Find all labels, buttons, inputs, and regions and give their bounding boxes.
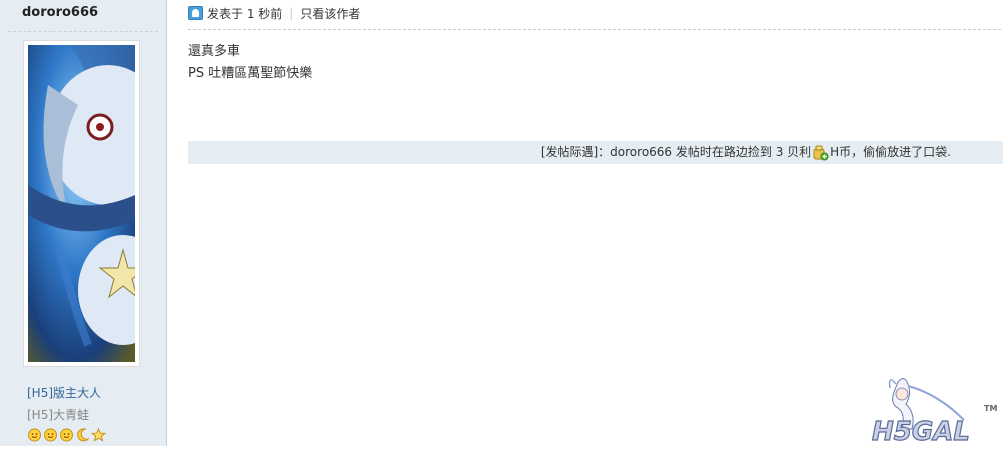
user-sidebar: dororo666 [H5]版主大人 [H5]大青蛙: [0, 0, 167, 446]
post-content: 還真多車 PS 吐糟區萬聖節快樂: [188, 41, 312, 85]
star-icon: [90, 427, 107, 442]
online-status-icon: [188, 6, 203, 20]
post-content-line: PS 吐糟區萬聖節快樂: [188, 66, 313, 81]
view-author-only-link[interactable]: 只看该作者: [300, 5, 360, 22]
avatar[interactable]: [23, 40, 140, 367]
sun-icon: [59, 428, 74, 442]
sun-icon: [27, 428, 42, 442]
coin-bag-icon: [812, 144, 829, 161]
h5gal-logo-watermark: H5GAL: [868, 374, 978, 448]
post-luck-text: [发帖际遇]：dororo666 发帖时在路边捡到 3 贝利 H币，偷偷放进了口…: [541, 141, 951, 164]
avatar-image: [28, 45, 135, 362]
luck-prefix: [发帖际遇]：dororo666 发帖时在路边捡到 3 贝利: [540, 145, 812, 159]
header-divider: [188, 29, 1001, 30]
post-luck-bar: [发帖际遇]：dororo666 发帖时在路边捡到 3 贝利 H币，偷偷放进了口…: [188, 141, 1003, 164]
post-header: 发表于 1 秒前 | 只看该作者: [188, 4, 360, 22]
moon-icon: [75, 428, 90, 442]
sidebar-divider: [8, 31, 158, 32]
post-content-line: 還真多車: [188, 44, 241, 59]
svg-text:H5GAL: H5GAL: [872, 417, 970, 446]
group-admin-link[interactable]: [H5]版主大人: [27, 384, 101, 401]
level-icons: [27, 427, 107, 442]
username-link[interactable]: dororo666: [22, 5, 98, 20]
sun-icon: [43, 428, 58, 442]
posted-time: 发表于 1 秒前: [207, 6, 283, 21]
luck-suffix: H币，偷偷放进了口袋.: [830, 145, 951, 159]
group-user-title: [H5]大青蛙: [27, 408, 90, 422]
trademark-label: TM: [984, 404, 998, 413]
header-separator: |: [289, 6, 294, 20]
